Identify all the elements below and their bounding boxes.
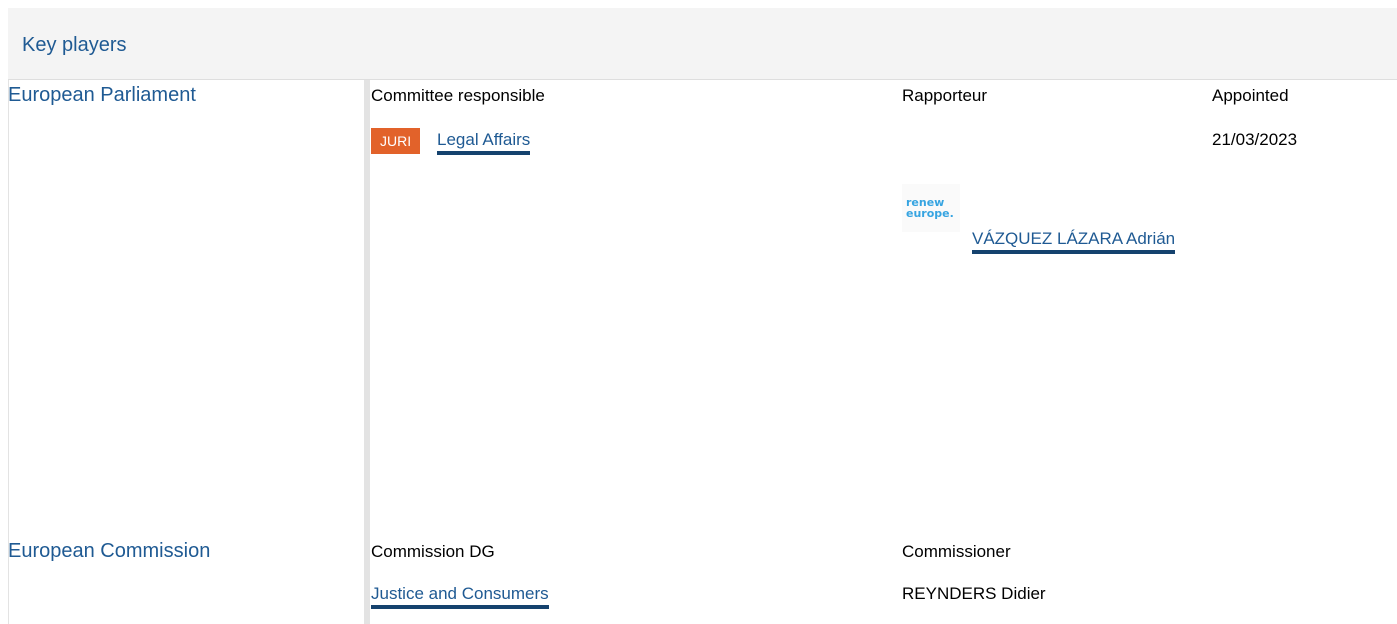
column-divider [364,536,370,624]
committee-responsible-label: Committee responsible [371,86,545,105]
commissioner-name: REYNDERS Didier [902,584,1046,603]
committee-legal-affairs-link[interactable]: Legal Affairs [437,130,531,155]
commission-dg-label: Commission DG [371,542,495,561]
committee-code-badge: JURI [371,128,421,154]
appointed-label: Appointed [1212,86,1289,105]
rapporteur-name-link[interactable]: VÁZQUEZ LÁZARA Adrián [972,229,1176,254]
commissioner-label: Commissioner [902,542,1011,561]
institution-european-parliament: European Parliament [8,84,196,106]
key-players-panel [8,8,1397,624]
institution-european-commission: European Commission [8,540,211,562]
section-title: Key players [22,34,127,56]
section-header: Key players [8,8,1397,80]
rapporteur-label: Rapporteur [902,86,988,105]
commission-dg-link[interactable]: Justice and Consumers [371,584,549,609]
column-divider [364,80,370,536]
rapporteur-name-wrapper: VÁZQUEZ LÁZARA Adrián [902,222,1202,257]
appointed-date: 21/03/2023 [1212,130,1298,149]
